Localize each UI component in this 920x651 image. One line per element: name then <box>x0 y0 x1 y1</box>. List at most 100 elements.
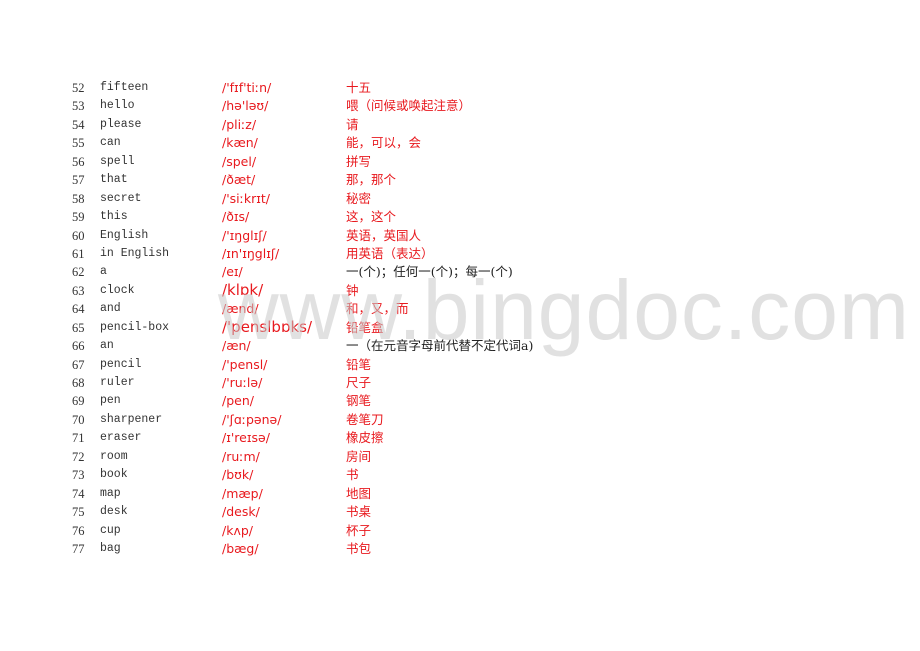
phonetic: /pen/ <box>222 393 254 409</box>
entry-number: 57 <box>72 173 85 188</box>
english-word: fifteen <box>100 81 149 94</box>
english-word: an <box>100 339 114 353</box>
english-word: eraser <box>100 431 142 445</box>
phonetic: /ðɪs/ <box>222 209 250 225</box>
entry-number: 63 <box>72 283 85 298</box>
entry-number: 54 <box>72 117 85 132</box>
phonetic: /eɪ/ <box>222 264 243 280</box>
english-word: spell <box>100 154 135 168</box>
phonetic: /pliːz/ <box>222 116 257 132</box>
phonetic: /kæn/ <box>222 135 258 151</box>
chinese-meaning: 铅笔 <box>346 356 372 372</box>
english-word: bag <box>100 541 121 555</box>
english-word: a <box>100 265 107 279</box>
entry-number: 68 <box>72 376 85 390</box>
entry-number: 72 <box>72 449 85 464</box>
phonetic: /ɪ'reɪsə/ <box>222 430 270 446</box>
phonetic: /ænd/ <box>222 301 259 317</box>
entry-number: 52 <box>72 81 85 95</box>
chinese-meaning: 拼写 <box>346 153 372 169</box>
english-word: can <box>100 136 121 150</box>
phonetic: /hə'ləʊ/ <box>222 98 269 114</box>
phonetic: /'ʃɑːpənə/ <box>222 411 282 427</box>
entry-number: 55 <box>72 136 85 151</box>
english-word: that <box>100 173 128 187</box>
chinese-meaning: 喂（问候或唤起注意） <box>346 98 472 114</box>
entry-number: 77 <box>72 541 85 556</box>
phonetic: /klɒk/ <box>222 280 264 299</box>
phonetic: /æn/ <box>222 338 251 354</box>
chinese-meaning: 地图 <box>346 485 372 501</box>
phonetic: /'pensl/ <box>222 356 268 372</box>
english-word: pen <box>100 394 121 408</box>
entry-number: 61 <box>72 246 85 261</box>
english-word: in English <box>100 246 170 260</box>
watermark: www.bingdoc.com <box>218 263 910 357</box>
entry-number: 73 <box>72 468 85 483</box>
entry-number: 74 <box>72 486 85 501</box>
entry-number: 56 <box>72 154 85 169</box>
entry-number: 59 <box>72 210 85 225</box>
english-word: clock <box>100 283 135 297</box>
entry-number: 65 <box>72 320 85 335</box>
english-word: ruler <box>100 376 135 389</box>
chinese-meaning: 书 <box>346 467 359 483</box>
english-word: please <box>100 117 142 131</box>
document-page: 52 fifteen /'fɪf'tiːn/十五 53 hello/hə'ləʊ/喂（… <box>0 0 920 651</box>
chinese-meaning: 秘密 <box>346 190 372 206</box>
chinese-meaning: 钢笔 <box>346 393 372 409</box>
chinese-meaning: 英语，英国人 <box>346 227 422 243</box>
phonetic: /'fɪf'tiːn/ <box>222 80 272 95</box>
chinese-meaning: 尺子 <box>346 375 372 390</box>
chinese-meaning: 橡皮擦 <box>346 430 384 446</box>
entry-number: 58 <box>72 191 85 206</box>
english-word: desk <box>100 505 128 519</box>
chinese-meaning: 铅笔盒 <box>346 319 384 335</box>
chinese-meaning: 和，又，而 <box>346 301 409 317</box>
chinese-meaning: 那，那个 <box>346 172 397 188</box>
english-word: map <box>100 486 121 500</box>
chinese-meaning: 一(个)；任何一(个)；每一(个) <box>346 264 513 280</box>
chinese-meaning: 书桌 <box>346 504 372 520</box>
chinese-meaning: 一（在元音字母前代替不定代词a) <box>346 338 534 354</box>
phonetic: /'ruːlə/ <box>222 375 263 390</box>
entry-number: 64 <box>72 302 85 317</box>
chinese-meaning: 房间 <box>346 448 372 464</box>
entry-number: 69 <box>72 394 85 409</box>
phonetic: /'penslbɒks/ <box>222 317 313 336</box>
entry-number: 76 <box>72 523 85 538</box>
entry-number: 60 <box>72 228 85 243</box>
english-word: hello <box>100 99 135 113</box>
entry-number: 67 <box>72 357 85 372</box>
phonetic: /bæg/ <box>222 540 259 556</box>
phonetic: /mæp/ <box>222 485 263 501</box>
chinese-meaning: 能，可以，会 <box>346 135 422 151</box>
english-word: cup <box>100 523 121 537</box>
entry-number: 71 <box>72 431 85 446</box>
entry-number: 53 <box>72 99 85 114</box>
entry-number: 62 <box>72 265 85 280</box>
phonetic: /ɪn'ɪŋglɪʃ/ <box>222 245 280 261</box>
english-word: book <box>100 468 128 482</box>
english-word: sharpener <box>100 412 163 426</box>
entry-number: 70 <box>72 412 85 427</box>
english-word: pencil-box <box>100 320 170 334</box>
entry-number: 66 <box>72 339 85 354</box>
chinese-meaning: 杯子 <box>346 522 372 538</box>
chinese-meaning: 十五 <box>346 80 372 95</box>
chinese-meaning: 卷笔刀 <box>346 411 384 427</box>
english-word: pencil <box>100 357 142 371</box>
chinese-meaning: 书包 <box>346 540 372 556</box>
chinese-meaning: 钟 <box>346 282 359 298</box>
english-word: secret <box>100 191 142 205</box>
phonetic: /'ɪŋglɪʃ/ <box>222 227 267 243</box>
phonetic: /ðæt/ <box>222 172 256 188</box>
entry-number: 75 <box>72 505 85 520</box>
english-word: English <box>100 228 149 242</box>
phonetic: /kʌp/ <box>222 522 253 538</box>
chinese-meaning: 请 <box>346 116 359 132</box>
chinese-meaning: 用英语（表达） <box>346 245 434 261</box>
phonetic: /desk/ <box>222 504 260 520</box>
english-word: and <box>100 302 121 316</box>
phonetic: /spel/ <box>222 153 257 169</box>
